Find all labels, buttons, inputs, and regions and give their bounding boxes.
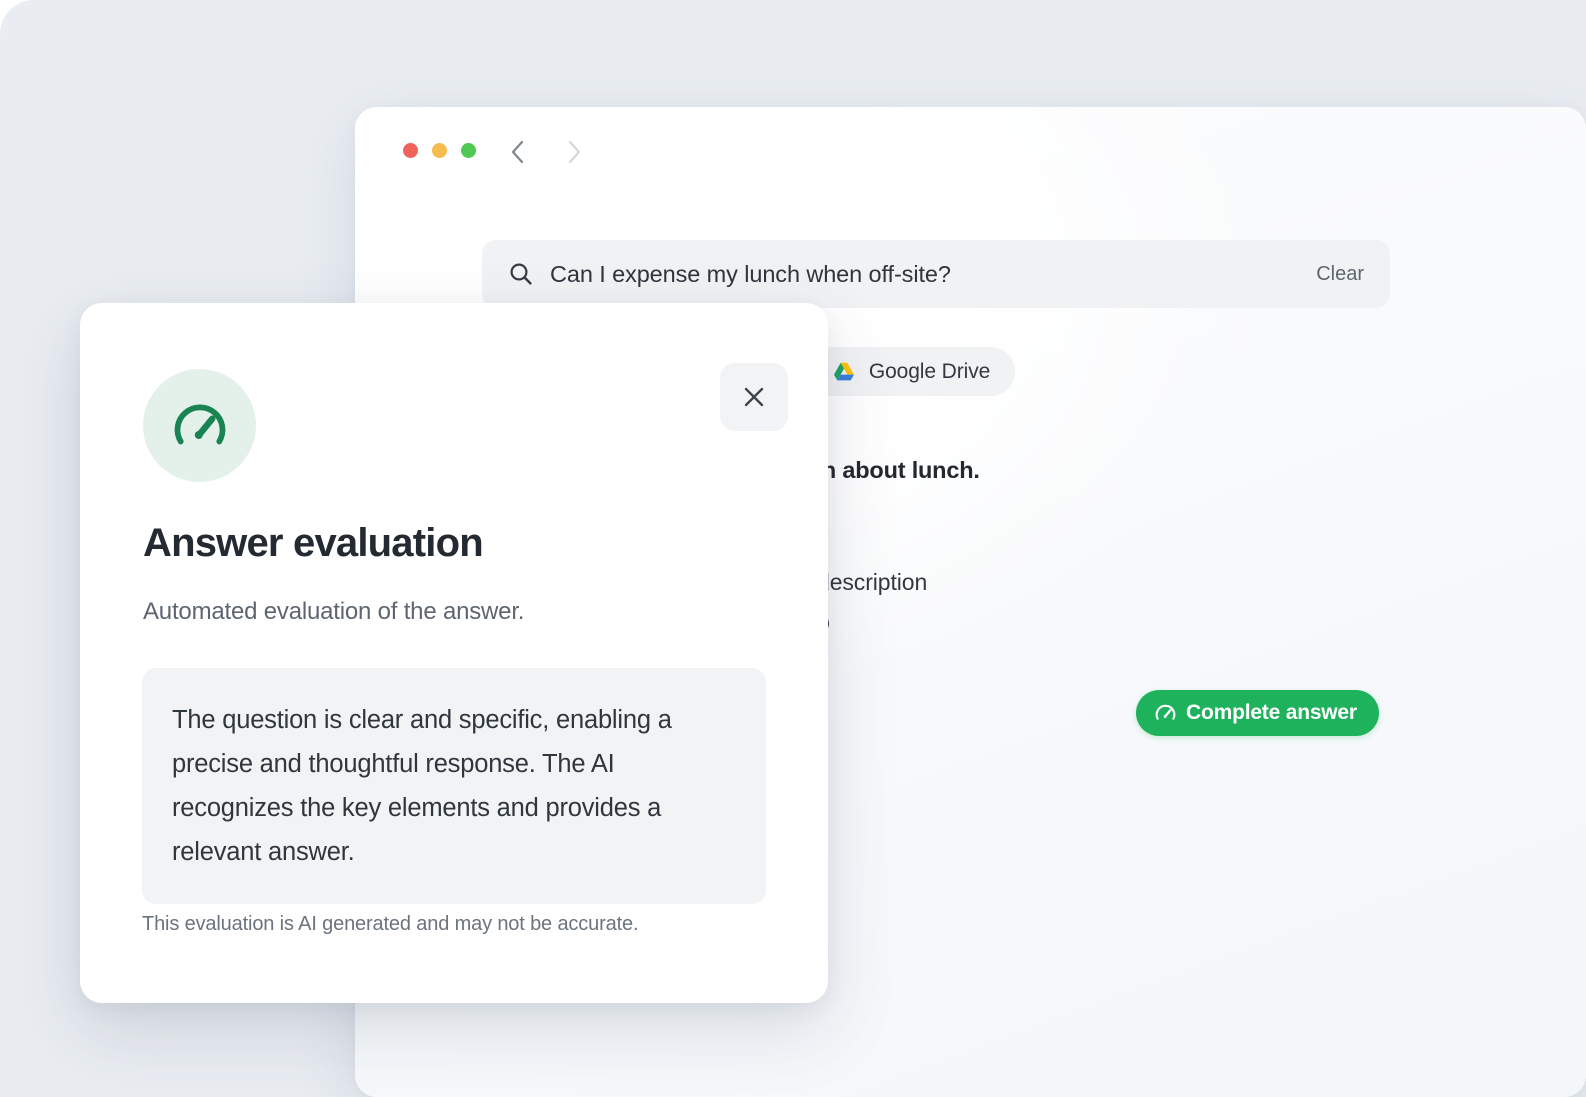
search-bar[interactable]: Can I expense my lunch when off-site? Cl… — [482, 240, 1390, 308]
search-icon — [508, 261, 534, 287]
window-title-bar — [355, 107, 1586, 199]
modal-subtitle: Automated evaluation of the answer. — [143, 598, 525, 625]
chevron-right-icon[interactable] — [561, 137, 587, 167]
window-close-button[interactable] — [403, 143, 418, 158]
clear-search-button[interactable]: Clear — [1302, 263, 1364, 286]
search-input[interactable]: Can I expense my lunch when off-site? — [550, 261, 1302, 288]
chevron-left-icon[interactable] — [505, 137, 531, 167]
traffic-light-buttons — [403, 143, 476, 158]
evaluation-icon-badge — [143, 369, 256, 482]
complete-answer-button[interactable]: Complete answer — [1136, 690, 1379, 736]
answer-evaluation-modal: Answer evaluation Automated evaluation o… — [80, 303, 828, 1003]
evaluation-text-card: The question is clear and specific, enab… — [142, 668, 766, 904]
window-zoom-button[interactable] — [461, 143, 476, 158]
gauge-icon — [170, 396, 230, 456]
modal-disclaimer: This evaluation is AI generated and may … — [142, 913, 639, 935]
modal-title: Answer evaluation — [143, 521, 484, 565]
window-minimize-button[interactable] — [432, 143, 447, 158]
close-modal-button[interactable] — [720, 363, 788, 431]
complete-answer-label: Complete answer — [1186, 701, 1357, 724]
google-drive-icon — [832, 360, 856, 384]
gauge-icon — [1154, 702, 1177, 725]
evaluation-text: The question is clear and specific, enab… — [172, 706, 672, 866]
filter-chip-label: Google Drive — [868, 359, 991, 383]
close-icon — [741, 384, 767, 410]
filter-chip-google-drive[interactable]: Google Drive — [806, 347, 1016, 396]
browser-navigation — [505, 137, 587, 167]
